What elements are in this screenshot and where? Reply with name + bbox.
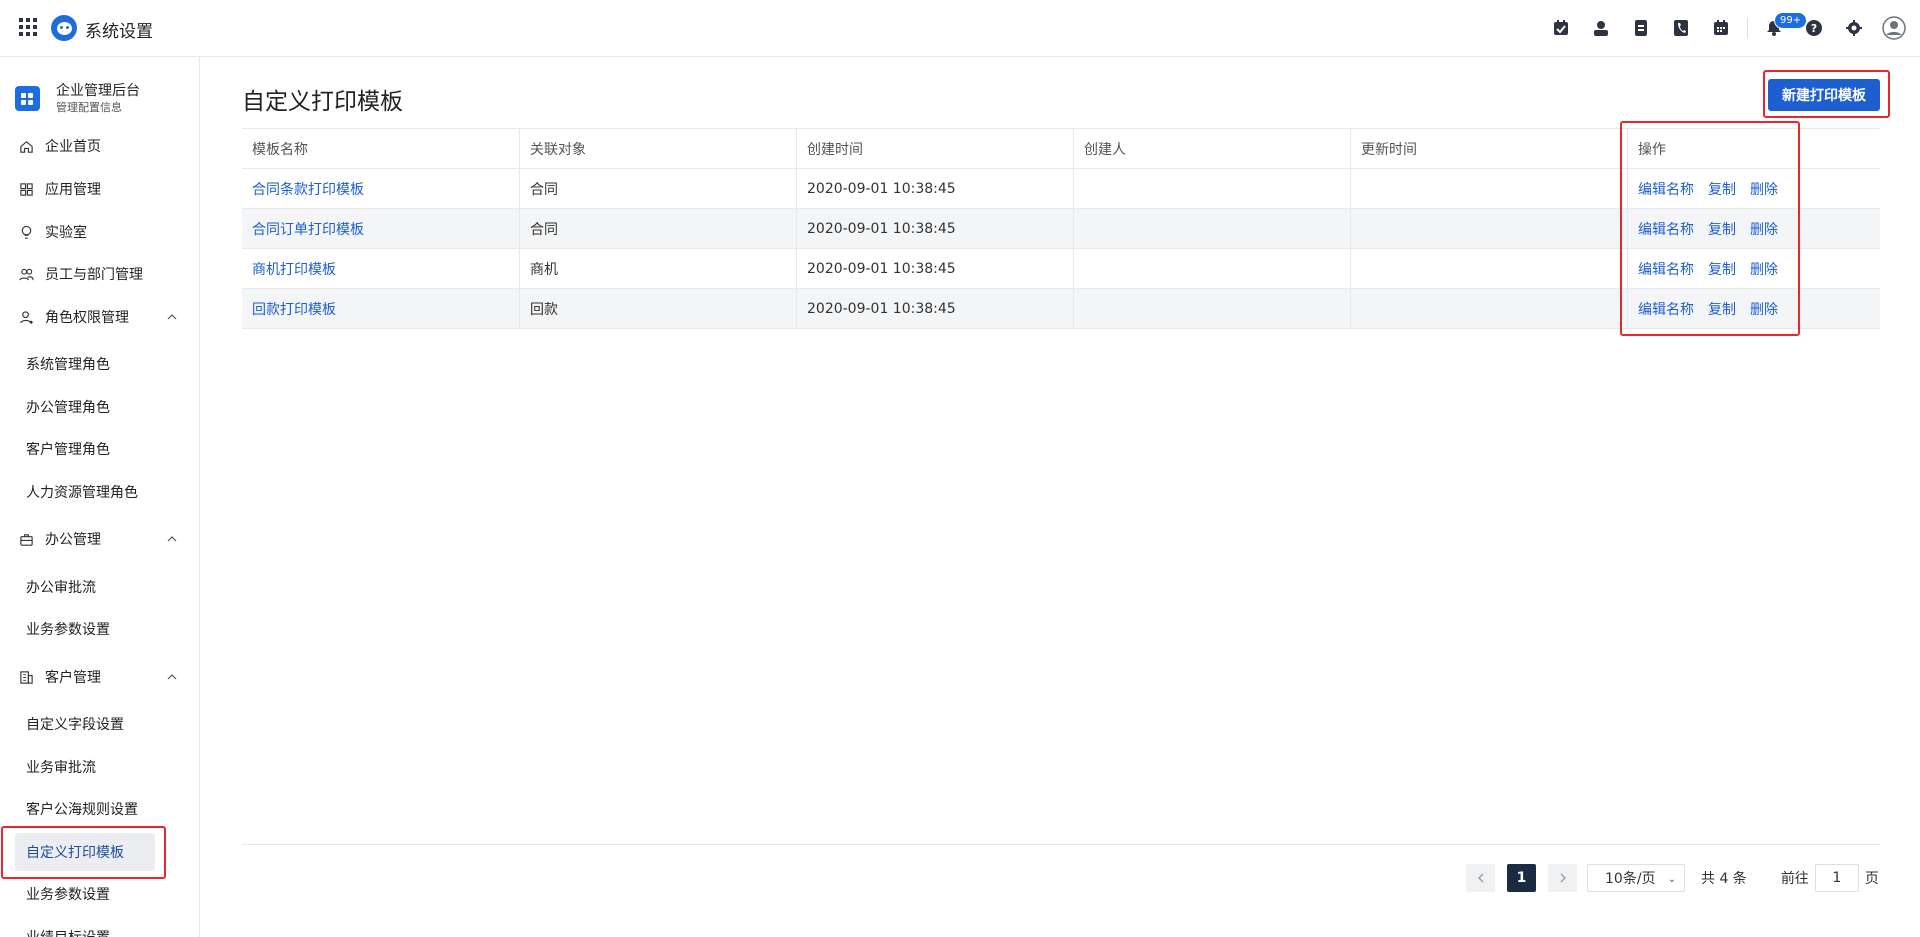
column-header: 更新时间 [1351,129,1628,168]
page-size-select[interactable]: 10条/页 ⌄ [1587,864,1685,892]
help-icon[interactable]: ? [1794,8,1834,48]
column-header: 关联对象 [520,129,797,168]
sidebar-item-label: 角色权限管理 [45,310,129,326]
chevron-up-icon [166,671,178,683]
highlight-box-new-button [1763,70,1890,118]
updated-time [1351,249,1628,288]
task-icon[interactable] [1541,8,1581,48]
chevron-left-icon [1477,873,1483,883]
contacts-icon[interactable] [1581,8,1621,48]
sidebar-item-lab[interactable]: 实验室 [0,213,199,251]
sidebar-sub-performance-goals[interactable]: 业绩目标设置 [15,918,155,937]
sidebar-item-roles[interactable]: 角色权限管理 [0,298,199,336]
created-time: 2020-09-01 10:38:45 [797,169,1074,208]
creator [1074,169,1351,208]
created-time: 2020-09-01 10:38:45 [797,249,1074,288]
column-header: 创建时间 [797,129,1074,168]
bell-icon[interactable]: 99+ [1754,8,1808,48]
sidebar-item-label: 员工与部门管理 [45,267,143,283]
highlight-box-actions [1620,121,1800,336]
svg-text:?: ? [1811,22,1817,35]
goto-page-input[interactable] [1814,864,1859,892]
sidebar-item-label: 应用管理 [45,182,101,198]
sidebar-sub-customer-role[interactable]: 客户管理角色 [15,430,155,468]
sidebar-sub-public-pool-rules[interactable]: 客户公海规则设置 [15,790,155,828]
sidebar-item-office[interactable]: 办公管理 [0,520,199,558]
app-title: 系统设置 [85,22,153,42]
org-icon [15,86,40,111]
sidebar-sub-biz-approval[interactable]: 业务审批流 [15,748,155,786]
home-icon [19,139,34,154]
sidebar-item-apps[interactable]: 应用管理 [0,170,199,208]
pagination-divider [242,844,1880,845]
updated-time [1351,169,1628,208]
sidebar-item-label: 企业首页 [45,139,101,155]
sidebar-sub-custom-fields[interactable]: 自定义字段设置 [15,705,155,743]
phone-icon[interactable] [1661,8,1701,48]
chevron-down-icon: ⌄ [1667,874,1676,885]
template-name-link[interactable]: 合同条款打印模板 [252,179,364,199]
related-object: 回款 [520,289,797,328]
sidebar-item-label: 客户管理 [45,670,101,686]
template-name-link[interactable]: 回款打印模板 [252,299,336,319]
related-object: 合同 [520,209,797,248]
header-toolbar: 99+ ? [1541,0,1920,56]
goto-suffix: 页 [1864,871,1879,887]
sidebar-item-label: 办公管理 [45,532,101,548]
page-title: 自定义打印模板 [242,89,403,115]
user-avatar-icon[interactable] [1874,8,1914,48]
page-number-button[interactable]: 1 [1507,864,1536,892]
related-object: 合同 [520,169,797,208]
calendar-icon[interactable] [1701,8,1741,48]
total-count: 共 4 条 [1701,871,1747,887]
people-icon [19,267,34,282]
column-header: 模板名称 [242,129,520,168]
toolbar-divider [1747,18,1748,38]
next-page-button[interactable] [1548,864,1577,892]
prev-page-button[interactable] [1466,864,1495,892]
role-icon [19,310,34,325]
sidebar-item-home[interactable]: 企业首页 [0,127,199,165]
template-name-link[interactable]: 合同订单打印模板 [252,219,364,239]
pagination: 1 10条/页 ⌄ 共 4 条 前往 页 [1466,864,1879,892]
created-time: 2020-09-01 10:38:45 [797,289,1074,328]
top-header: 系统设置 99+ ? [0,0,1920,57]
org-subtitle: 管理配置信息 [56,101,122,114]
updated-time [1351,209,1628,248]
sidebar-sub-office-role[interactable]: 办公管理角色 [15,388,155,426]
apps-icon [19,182,34,197]
created-time: 2020-09-01 10:38:45 [797,209,1074,248]
chevron-up-icon [166,311,178,323]
sidebar-sub-biz-params[interactable]: 业务参数设置 [15,875,155,913]
sidebar: 企业管理后台 管理配置信息 企业首页 应用管理 实验室 员工与部门管理 角色权限… [0,57,200,937]
sidebar-sub-hr-role[interactable]: 人力资源管理角色 [15,473,155,511]
related-object: 商机 [520,249,797,288]
column-header: 创建人 [1074,129,1351,168]
sidebar-item-customer[interactable]: 客户管理 [0,658,199,696]
sidebar-sub-office-params[interactable]: 业务参数设置 [15,610,155,648]
bulb-icon [19,225,34,240]
gear-icon[interactable] [1834,8,1874,48]
document-icon[interactable] [1621,8,1661,48]
chevron-right-icon [1560,873,1566,883]
highlight-box-sidebar [1,826,166,879]
app-logo-icon [51,15,77,41]
updated-time [1351,289,1628,328]
template-name-link[interactable]: 商机打印模板 [252,259,336,279]
sidebar-item-staff[interactable]: 员工与部门管理 [0,255,199,293]
building-icon [19,670,34,685]
sidebar-sub-system-role[interactable]: 系统管理角色 [15,345,155,383]
briefcase-icon [19,532,34,547]
org-switcher[interactable]: 企业管理后台 管理配置信息 [15,80,195,120]
app-launcher-icon[interactable] [19,18,37,36]
chevron-up-icon [166,533,178,545]
creator [1074,249,1351,288]
goto-label: 前往 [1780,871,1809,887]
page-size-value: 10条/页 [1605,871,1656,887]
creator [1074,209,1351,248]
org-name: 企业管理后台 [56,83,140,99]
sidebar-item-label: 实验室 [45,225,87,241]
creator [1074,289,1351,328]
sidebar-sub-office-approval[interactable]: 办公审批流 [15,568,155,606]
